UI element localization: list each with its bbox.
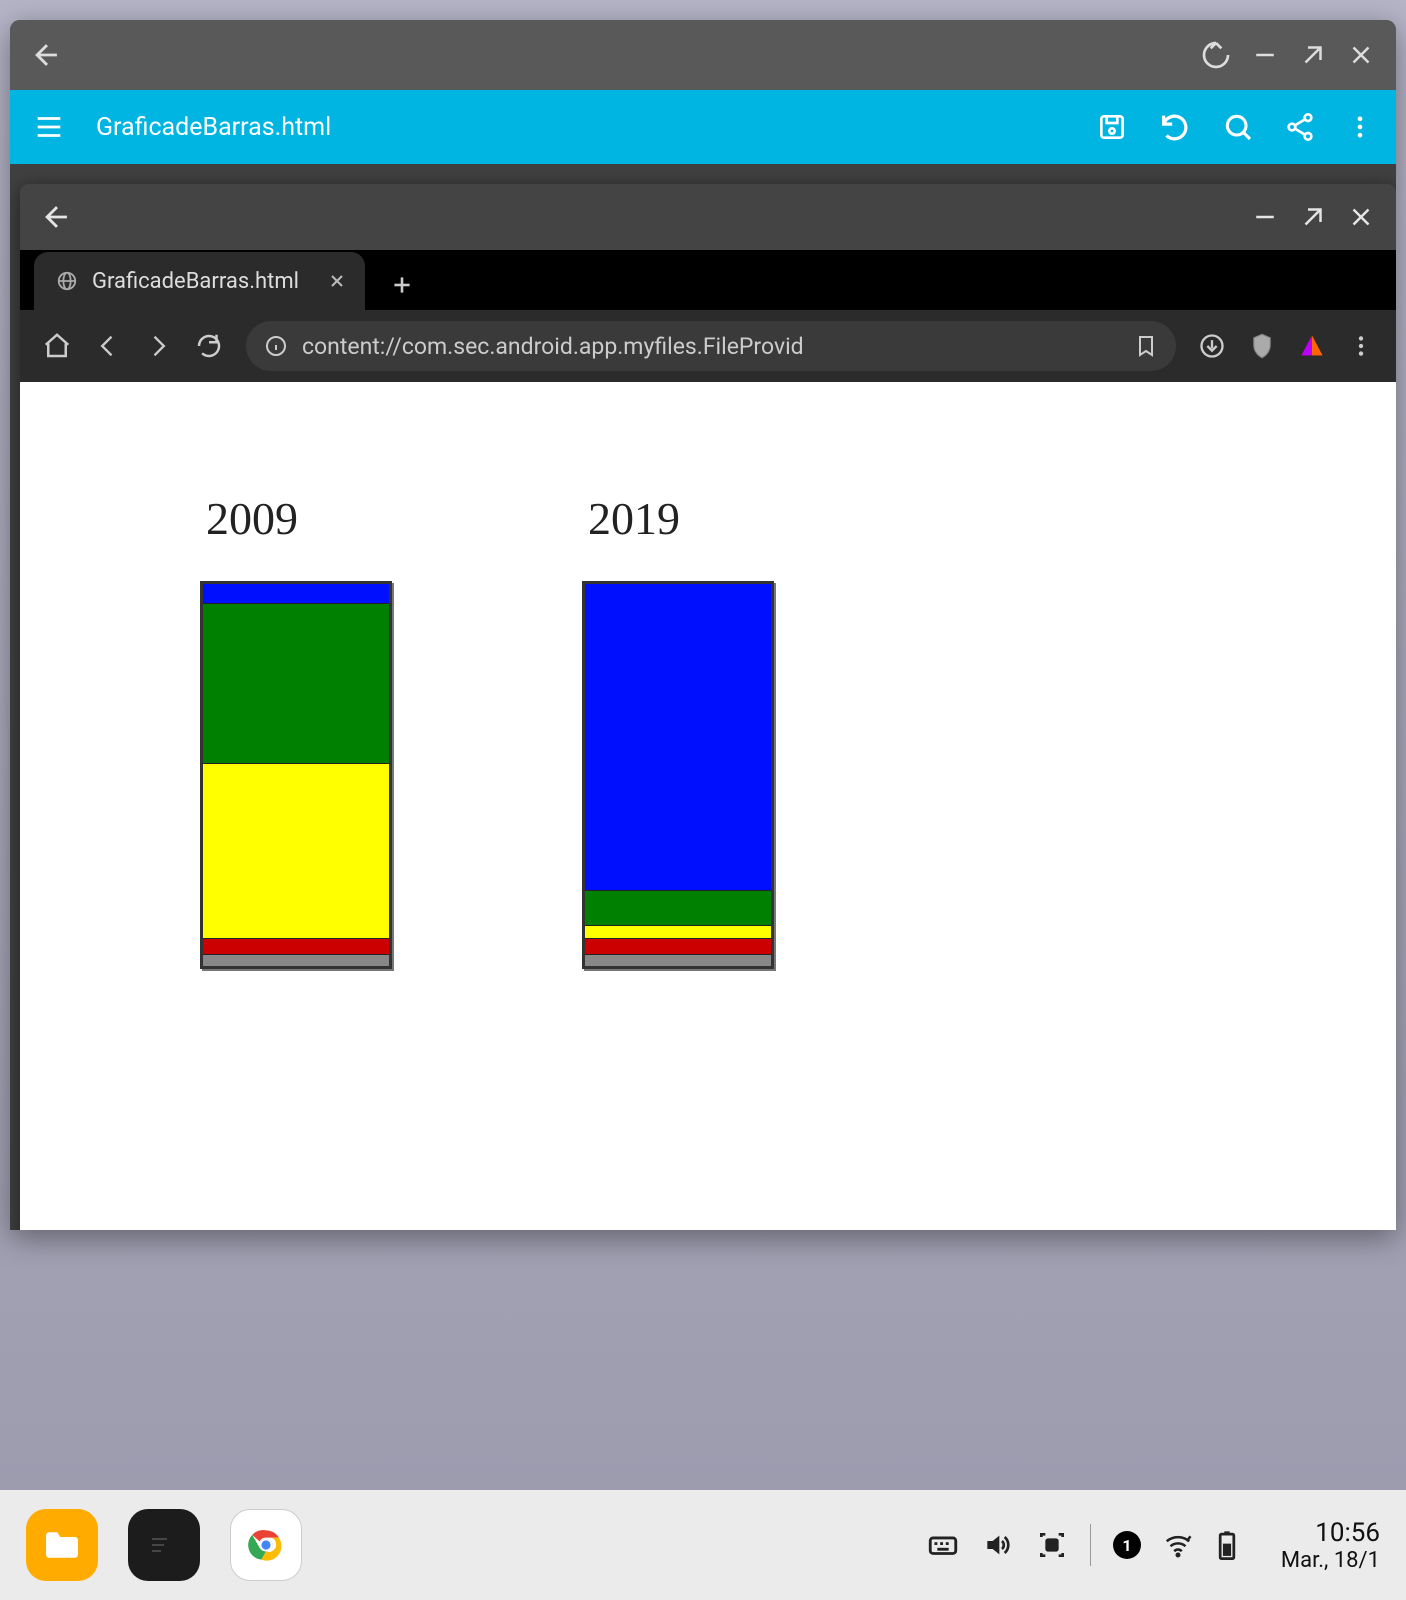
home-icon[interactable] [42,331,72,361]
rotate-icon[interactable] [1200,39,1232,71]
bar-segment-gray [203,954,389,966]
bar-group-2009: 2009 [200,492,392,1230]
taskbar-clock[interactable]: 10:56 Mar., 18/1 [1281,1518,1380,1573]
maximize-icon[interactable] [1298,40,1328,70]
nav-back-icon[interactable] [94,332,122,360]
taskbar-app-chrome[interactable] [230,1509,302,1581]
notification-badge[interactable]: 1 [1113,1531,1141,1559]
browser-toolbar: content://com.sec.android.app.myfiles.Fi… [20,310,1396,382]
share-icon[interactable] [1284,111,1316,143]
app-title: GraficadeBarras.html [96,113,331,142]
search-icon[interactable] [1222,111,1254,143]
bar-group-2019: 2019 [582,492,774,1230]
bar-segment-blue [203,584,389,603]
app-bar: GraficadeBarras.html [10,90,1396,164]
bar-segment-red [203,938,389,954]
stacked-bar-2009 [200,581,392,969]
minimize-icon[interactable] [1250,40,1280,70]
close-icon[interactable] [1346,40,1376,70]
stacked-bar-2019 [582,581,774,969]
back-icon[interactable] [40,200,74,234]
bar-label: 2009 [206,492,298,545]
taskbar-app-files[interactable] [26,1509,98,1581]
browser-window-titlebar [20,184,1396,250]
download-icon[interactable] [1198,332,1226,360]
bar-segment-yellow [585,925,771,937]
bar-segment-gray [585,954,771,966]
address-bar[interactable]: content://com.sec.android.app.myfiles.Fi… [246,321,1176,371]
new-tab-button[interactable] [377,260,427,310]
clock-time: 10:56 [1281,1518,1380,1548]
hamburger-icon[interactable] [32,110,66,144]
brave-rewards-icon[interactable] [1298,332,1326,360]
clock-date: Mar., 18/1 [1281,1548,1380,1573]
url-text: content://com.sec.android.app.myfiles.Fi… [302,333,1120,360]
outer-window: GraficadeBarras.html [10,20,1396,1230]
bookmark-icon[interactable] [1134,334,1158,358]
taskbar-app-terminal[interactable] [128,1509,200,1581]
bar-segment-green [585,890,771,925]
bar-segment-blue [585,584,771,890]
globe-icon [56,270,78,292]
bar-segment-green [203,603,389,763]
wifi-icon[interactable] [1163,1530,1193,1560]
tab-close-icon[interactable] [327,271,347,291]
page-content: 2009 2019 [20,382,1396,1230]
tab-label: GraficadeBarras.html [92,269,299,294]
volume-icon[interactable] [982,1529,1014,1561]
save-icon[interactable] [1096,111,1128,143]
browser-more-icon[interactable] [1348,333,1374,359]
tab-strip: GraficadeBarras.html [20,250,1396,310]
nav-forward-icon[interactable] [144,332,172,360]
bar-segment-yellow [203,763,389,938]
minimize-icon[interactable] [1250,202,1280,232]
keyboard-icon[interactable] [926,1528,960,1562]
more-icon[interactable] [1346,113,1374,141]
bar-segment-red [585,938,771,954]
undo-icon[interactable] [1158,110,1192,144]
outer-window-titlebar [10,20,1396,90]
bar-label: 2019 [588,492,680,545]
taskbar: 1 10:56 Mar., 18/1 [0,1490,1406,1600]
maximize-icon[interactable] [1298,202,1328,232]
reload-icon[interactable] [194,331,224,361]
brave-shield-icon[interactable] [1248,332,1276,360]
tray-divider [1090,1524,1091,1566]
system-tray: 1 10:56 Mar., 18/1 [926,1518,1380,1573]
screenshot-icon[interactable] [1036,1529,1068,1561]
browser-tab[interactable]: GraficadeBarras.html [34,252,365,310]
back-icon[interactable] [30,38,64,72]
battery-icon[interactable] [1215,1530,1239,1560]
browser-window: GraficadeBarras.html [20,184,1396,1230]
info-icon [264,334,288,358]
close-icon[interactable] [1346,202,1376,232]
